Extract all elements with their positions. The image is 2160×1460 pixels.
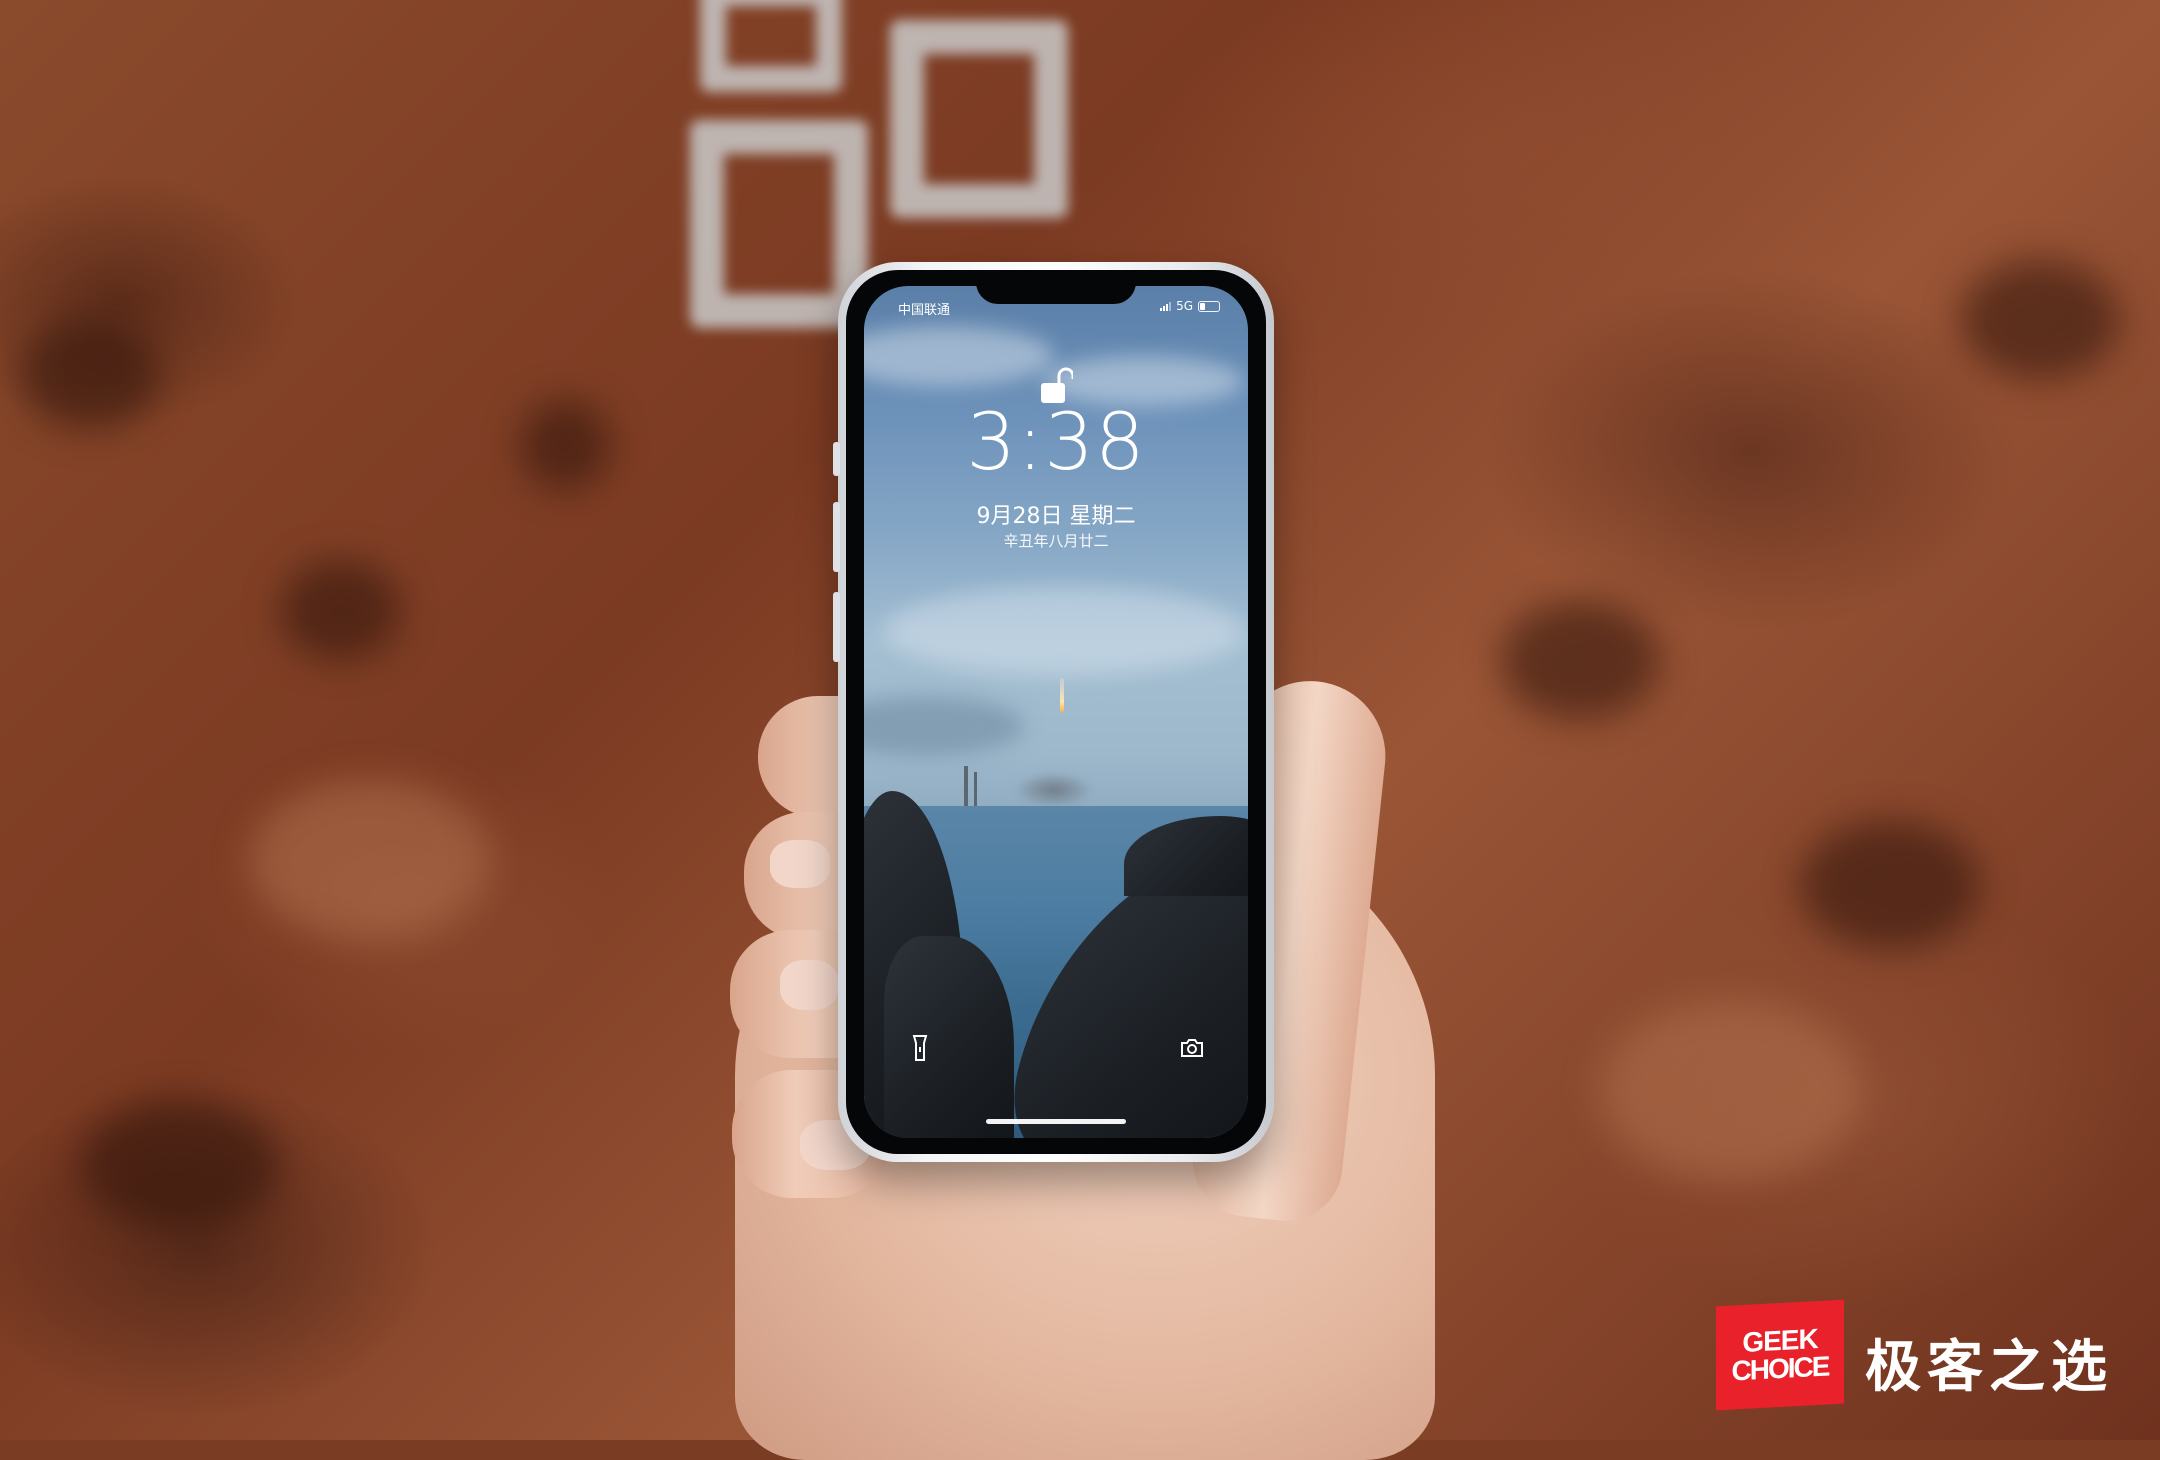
background-rust-spot bbox=[1500, 600, 1660, 720]
background-rust-spot bbox=[520, 400, 610, 490]
flashlight-button[interactable] bbox=[902, 1030, 938, 1066]
background-light-patch bbox=[250, 780, 490, 940]
carrier-label: 中国联通 bbox=[898, 303, 951, 318]
volume-up-button[interactable] bbox=[833, 502, 840, 572]
wallpaper-cloud bbox=[864, 326, 1054, 386]
background-rust-spot bbox=[1800, 820, 1980, 950]
smartphone: 中国联通 5G 3:38 9月28日 星期二 辛丑年八月廿二 bbox=[833, 262, 1274, 1162]
fingernail bbox=[780, 960, 838, 1010]
wallpaper-launch-tower bbox=[964, 766, 968, 806]
blurred-sign-character bbox=[700, 0, 842, 92]
wallpaper-launch-smoke bbox=[1014, 772, 1094, 808]
wallpaper-rocket bbox=[1060, 678, 1064, 712]
camera-button[interactable] bbox=[1174, 1030, 1210, 1066]
network-type-label: 5G bbox=[1176, 299, 1193, 313]
background-rust-spot bbox=[280, 560, 400, 660]
wallpaper-cloud bbox=[864, 696, 1024, 756]
camera-icon bbox=[1181, 1039, 1203, 1057]
battery-icon bbox=[1198, 300, 1220, 312]
lock-screen[interactable]: 中国联通 5G 3:38 9月28日 星期二 辛丑年八月廿二 bbox=[864, 286, 1248, 1138]
lock-screen-lunar-date: 辛丑年八月廿二 bbox=[1003, 532, 1109, 550]
brand-name-chinese: 极客之选 bbox=[1865, 1335, 2113, 1400]
blurred-sign-character bbox=[690, 120, 868, 328]
silent-switch[interactable] bbox=[833, 442, 840, 476]
blurred-sign-character bbox=[890, 20, 1068, 218]
background-rust-spot bbox=[80, 1100, 280, 1230]
wallpaper-cloud bbox=[884, 586, 1244, 676]
lock-screen-date: 9月28日 星期二 bbox=[976, 504, 1136, 529]
volume-down-button[interactable] bbox=[833, 592, 840, 662]
status-indicators: 5G bbox=[1160, 299, 1220, 313]
signal-icon bbox=[1160, 301, 1172, 311]
lock-screen-time: 3:38 bbox=[966, 398, 1146, 488]
background-rust-spot bbox=[20, 320, 160, 430]
logo-text-line2: CHOICE bbox=[1731, 1350, 1829, 1387]
flashlight-icon bbox=[912, 1035, 928, 1061]
background-light-patch bbox=[1600, 1000, 1860, 1180]
fingernail bbox=[770, 840, 830, 888]
wallpaper-launch-tower bbox=[974, 772, 977, 806]
geek-choice-logo: GEEK CHOICE bbox=[1716, 1299, 1844, 1411]
background-rust-spot bbox=[1960, 260, 2120, 380]
display-notch bbox=[976, 270, 1136, 304]
phone-bezel: 中国联通 5G 3:38 9月28日 星期二 辛丑年八月廿二 bbox=[846, 270, 1266, 1154]
home-indicator[interactable] bbox=[986, 1119, 1126, 1124]
